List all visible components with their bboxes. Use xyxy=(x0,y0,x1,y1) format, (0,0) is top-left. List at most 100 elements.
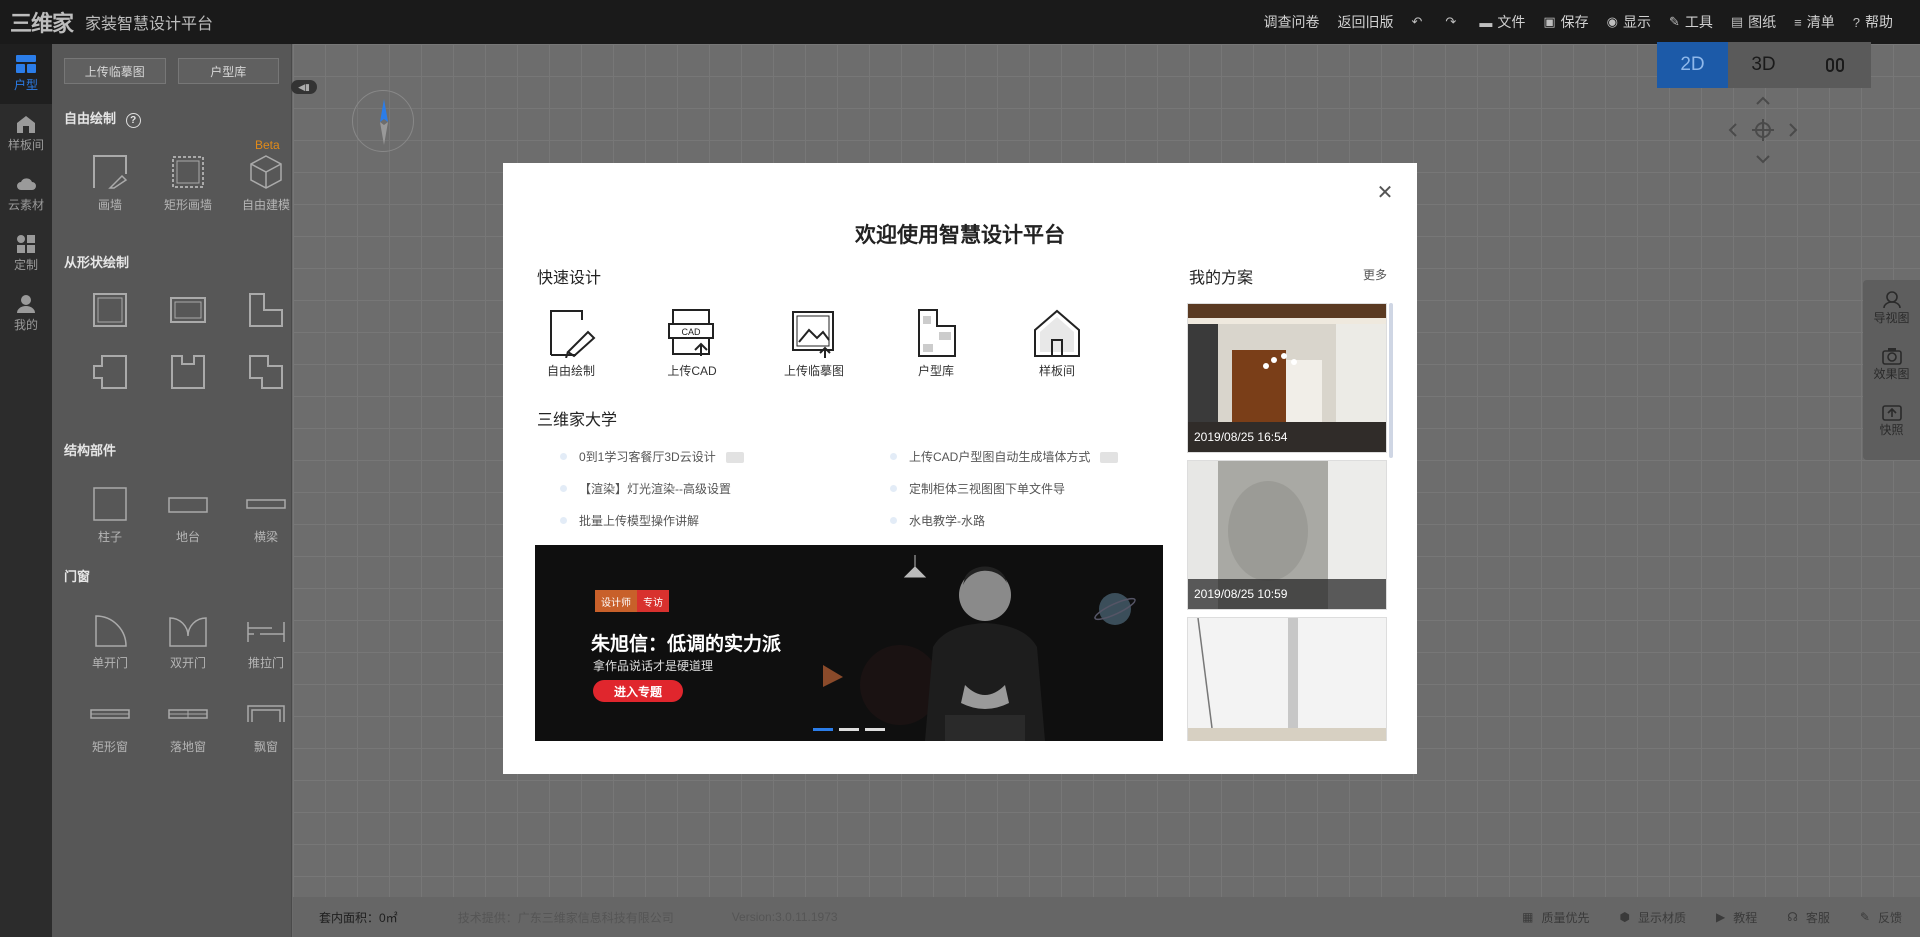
banner-enter-button[interactable]: 进入专题 xyxy=(593,680,683,702)
quality-first-toggle[interactable]: ▦ 质量优先 xyxy=(1522,909,1589,926)
view-vr-button[interactable] xyxy=(1799,42,1870,88)
collapse-panel-button[interactable]: ◀▮ xyxy=(291,80,317,94)
quality-label: 质量优先 xyxy=(1541,910,1590,925)
carousel-dot[interactable] xyxy=(839,728,859,731)
course-link[interactable]: 定制柜体三视图图下单文件导 xyxy=(889,480,1065,497)
menu-tools[interactable]: ✎ 工具 xyxy=(1660,0,1722,44)
tool-rect-wall[interactable]: 矩形画墙 xyxy=(153,154,223,213)
course-link[interactable]: 0到1学习客餐厅3D云设计 xyxy=(560,448,744,465)
tool-draw-wall[interactable]: 画墙 xyxy=(75,154,145,213)
quick-upload-cad[interactable]: CAD 上传CAD xyxy=(647,308,737,379)
menu-survey[interactable]: 调查问卷 xyxy=(1255,0,1329,44)
rail-item-floorplan[interactable]: 户型 xyxy=(0,44,52,104)
tool-column[interactable]: 柱子 xyxy=(75,486,145,545)
rightbar-snapshot[interactable]: 快照 xyxy=(1863,392,1920,448)
menu-file[interactable]: ▬ 文件 xyxy=(1470,0,1534,44)
close-icon[interactable]: ✕ xyxy=(1375,183,1395,203)
shape-z[interactable] xyxy=(231,354,301,396)
rail-item-cloud[interactable]: 云素材 xyxy=(0,164,52,224)
eye-icon: ◉ xyxy=(1606,14,1618,29)
rightbar-render[interactable]: 效果图 xyxy=(1863,336,1920,392)
support-button[interactable]: ☊ 客服 xyxy=(1787,909,1830,926)
feedback-button[interactable]: ✎ 反馈 xyxy=(1860,909,1902,926)
tool-floor-window[interactable]: 落地窗 xyxy=(153,696,223,755)
l-shape-icon xyxy=(249,293,283,327)
quick-free-draw[interactable]: 自由绘制 xyxy=(526,308,616,379)
plan-date: 2019/08/25 10:59 xyxy=(1188,579,1386,609)
tool-free-model[interactable]: 自由建模 xyxy=(231,154,301,213)
quick-label: 上传临摹图 xyxy=(783,364,844,378)
course-title: 【渲染】灯光渲染--高级设置 xyxy=(579,482,731,496)
rail-item-showroom[interactable]: 样板间 xyxy=(0,104,52,164)
column-icon xyxy=(93,487,127,521)
redo-button[interactable]: ↷ xyxy=(1436,0,1470,44)
vr-icon xyxy=(1825,58,1844,72)
tool-label: 落地窗 xyxy=(169,740,206,754)
left-panel: 上传临摹图 户型库 自由绘制 ? Beta 画墙 矩形画墙 自由建模 从形状绘制… xyxy=(52,44,292,937)
shape-cross[interactable] xyxy=(75,354,145,396)
house-icon xyxy=(17,116,35,133)
menu-old-version[interactable]: 返回旧版 xyxy=(1329,0,1403,44)
menu-list[interactable]: ≡ 清单 xyxy=(1785,0,1844,44)
rail-item-mine[interactable]: 我的 xyxy=(0,284,52,344)
show-material-toggle[interactable]: ⬢ 显示材质 xyxy=(1619,909,1686,926)
course-link[interactable]: 批量上传模型操作讲解 xyxy=(559,512,699,529)
rail-item-custom[interactable]: 定制 xyxy=(0,224,52,284)
help-circle-icon[interactable]: ? xyxy=(125,113,141,128)
tool-label: 自由建模 xyxy=(241,198,290,212)
shape-rectangle[interactable] xyxy=(153,292,223,334)
quick-showroom[interactable]: 样板间 xyxy=(1012,308,1102,379)
rightbar-viewpoint[interactable]: 导视图 xyxy=(1863,280,1920,336)
tool-double-door[interactable]: 双开门 xyxy=(153,612,223,671)
plan-card[interactable] xyxy=(1187,617,1387,741)
nav-arrows-icon[interactable] xyxy=(1728,94,1798,166)
plan-card[interactable]: 2019/08/25 16:54 xyxy=(1187,303,1387,453)
more-plans-link[interactable]: 更多 xyxy=(1363,266,1387,283)
cad-tag-text: CAD xyxy=(681,327,701,337)
quick-upload-trace[interactable]: 上传临摹图 xyxy=(769,308,859,379)
shape-u[interactable] xyxy=(153,354,223,396)
plan-card[interactable]: 2019/08/25 10:59 xyxy=(1187,460,1387,610)
doors-title: 门窗 xyxy=(64,569,91,584)
draw-wall-icon xyxy=(93,155,128,189)
tool-single-door[interactable]: 单开门 xyxy=(75,612,145,671)
tool-sliding-door[interactable]: 推拉门 xyxy=(231,612,301,671)
course-link[interactable]: 【渲染】灯光渲染--高级设置 xyxy=(560,480,731,497)
promo-banner[interactable]: 设计师 专访 朱旭信：低调的实力派 拿作品说话才是硬道理 进入专题 xyxy=(535,545,1163,741)
menu-display[interactable]: ◉ 显示 xyxy=(1598,0,1660,44)
plans-scrollbar[interactable] xyxy=(1389,303,1393,458)
course-link[interactable]: 水电教学-水路 xyxy=(890,512,985,529)
feedback-label: 反馈 xyxy=(1877,910,1902,925)
carousel-dot[interactable] xyxy=(865,728,885,731)
menu-drawings[interactable]: ▤ 图纸 xyxy=(1722,0,1785,44)
menu-save[interactable]: ▣ 保存 xyxy=(1534,0,1597,44)
menu-help[interactable]: ? 帮助 xyxy=(1844,0,1902,44)
free-draw-title-text: 自由绘制 xyxy=(64,111,117,126)
tool-rect-window[interactable]: 矩形窗 xyxy=(75,696,145,755)
version-text: Version:3.0.11.1973 xyxy=(731,910,838,924)
free-draw-title: 自由绘制 ? xyxy=(52,108,141,128)
banner-tag: 设计师 专访 xyxy=(595,590,669,612)
shape-l[interactable] xyxy=(231,292,301,334)
tutorial-button[interactable]: ▶ 教程 xyxy=(1716,909,1757,926)
help-icon: ? xyxy=(1852,14,1860,30)
upload-trace-button[interactable]: 上传临摹图 xyxy=(64,58,166,84)
view-3d-button[interactable]: 3D xyxy=(1728,42,1799,88)
tool-platform[interactable]: 地台 xyxy=(153,486,223,545)
quick-label: 户型库 xyxy=(917,364,954,378)
tool-bay-window[interactable]: 飘窗 xyxy=(231,696,301,755)
t-shape-icon xyxy=(93,355,127,389)
rightbar-label: 快照 xyxy=(1879,422,1904,437)
cube-icon xyxy=(250,155,282,189)
compass[interactable] xyxy=(352,90,414,152)
undo-button[interactable]: ↶ xyxy=(1403,0,1437,44)
carousel-dot[interactable] xyxy=(813,728,833,731)
quick-floorplan-library[interactable]: 户型库 xyxy=(891,308,981,379)
plans-list: 2019/08/25 16:54 2019/08/25 10:59 xyxy=(1187,303,1393,741)
view-2d-button[interactable]: 2D xyxy=(1657,42,1728,88)
tutorial-icon: ▶ xyxy=(1715,910,1726,924)
shape-square[interactable] xyxy=(75,292,145,334)
floorplan-library-button[interactable]: 户型库 xyxy=(177,58,279,84)
tool-beam[interactable]: 横梁 xyxy=(231,486,301,545)
course-link[interactable]: 上传CAD户型图自动生成墙体方式 xyxy=(889,448,1119,465)
